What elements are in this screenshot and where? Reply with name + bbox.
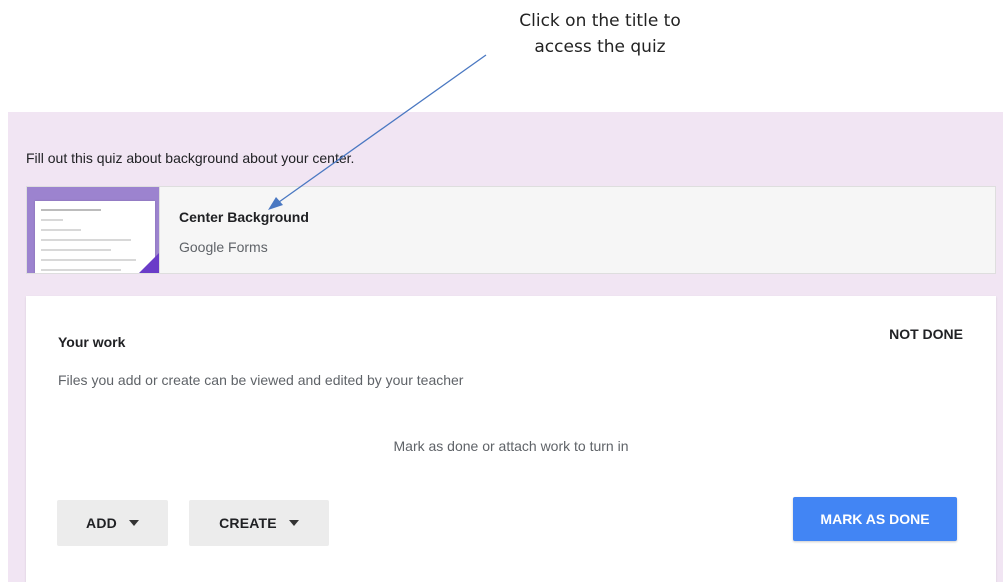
annotation-callout: Click on the title to access the quiz xyxy=(470,8,730,60)
callout-line-2: access the quiz xyxy=(534,37,666,57)
add-button-label: ADD xyxy=(86,515,117,531)
your-work-title: Your work xyxy=(58,334,126,350)
chevron-down-icon xyxy=(128,520,139,526)
add-button[interactable]: ADD xyxy=(57,500,168,546)
callout-line-1: Click on the title to xyxy=(519,11,681,31)
attachment-card[interactable]: Center Background Google Forms xyxy=(26,186,996,274)
create-button[interactable]: CREATE xyxy=(189,500,329,546)
assignment-panel: Fill out this quiz about background abou… xyxy=(8,112,1003,582)
attachment-title-link[interactable]: Center Background xyxy=(179,209,309,225)
chevron-down-icon xyxy=(288,520,299,526)
your-work-card: Your work NOT DONE Files you add or crea… xyxy=(26,296,996,582)
turn-in-hint: Mark as done or attach work to turn in xyxy=(393,438,629,454)
your-work-note: Files you add or create can be viewed an… xyxy=(58,372,464,388)
create-button-label: CREATE xyxy=(219,515,277,531)
attachment-type: Google Forms xyxy=(179,239,268,255)
thumbnail-corner-fold xyxy=(137,253,159,273)
forms-thumbnail[interactable] xyxy=(27,187,160,273)
assignment-description: Fill out this quiz about background abou… xyxy=(26,150,355,166)
status-badge: NOT DONE xyxy=(889,326,963,342)
mark-as-done-button[interactable]: MARK AS DONE xyxy=(793,497,957,541)
